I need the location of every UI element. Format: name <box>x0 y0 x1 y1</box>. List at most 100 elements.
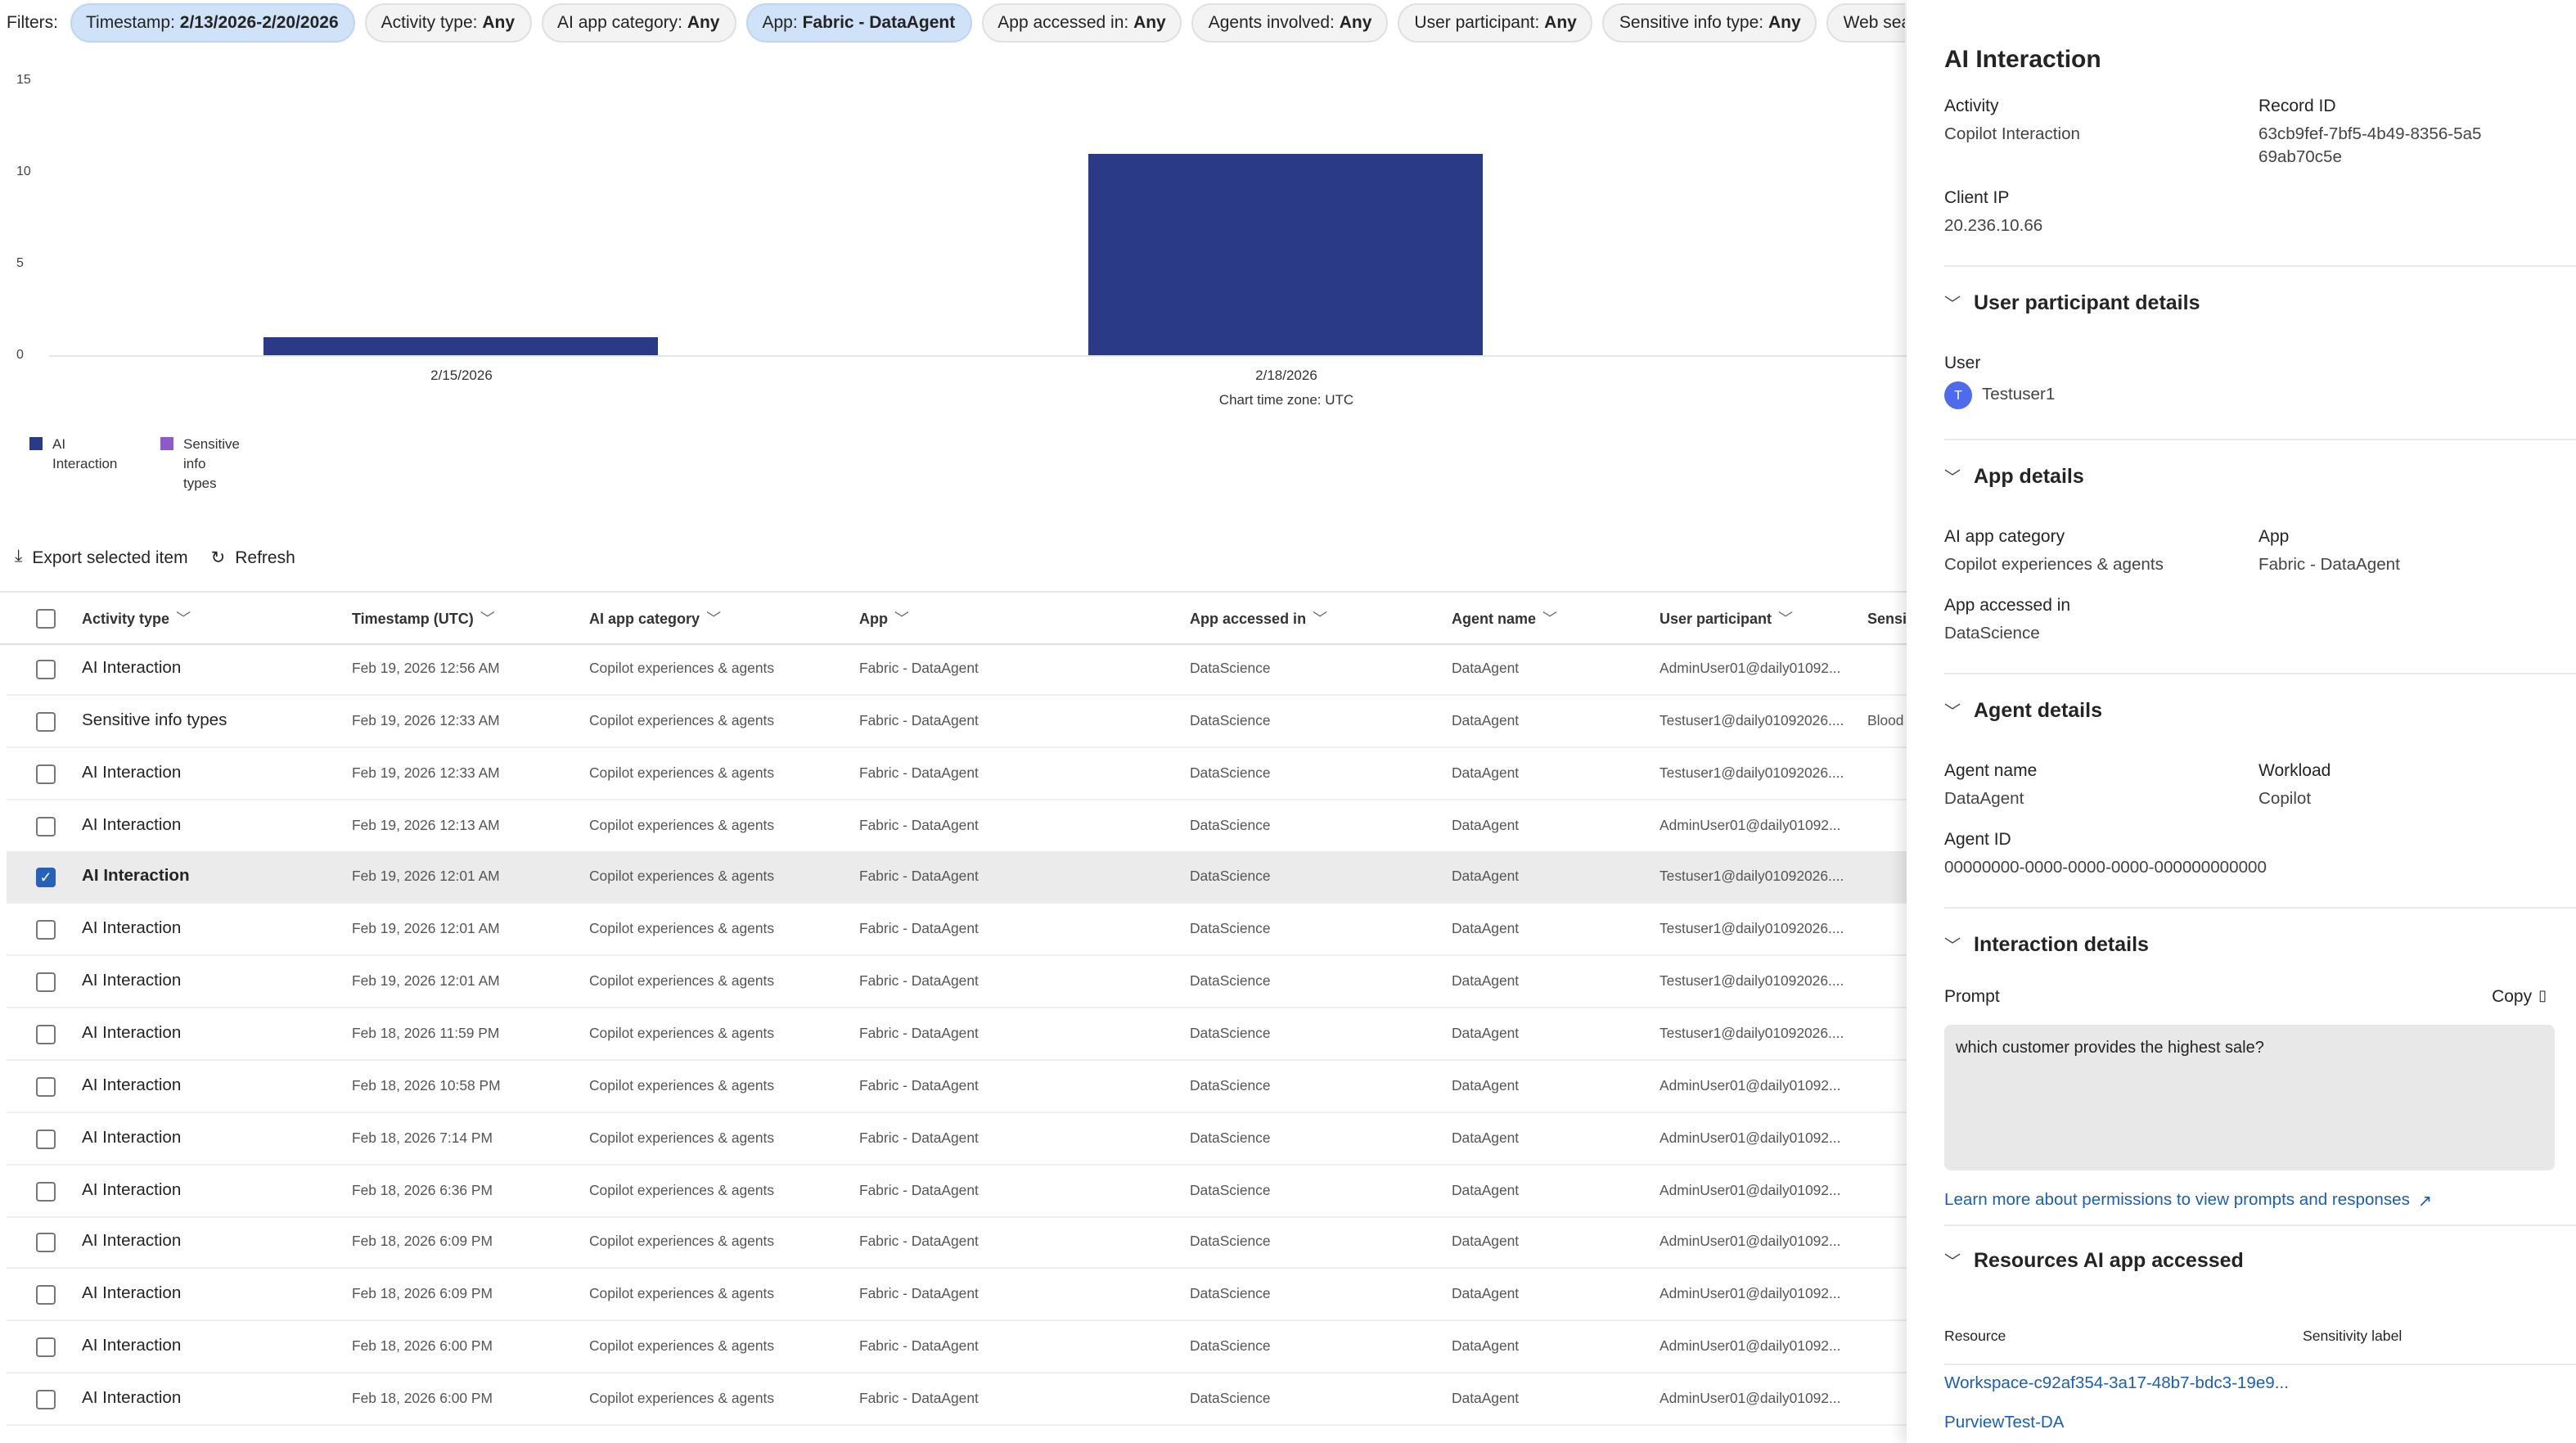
table-cell: DataScience <box>1190 956 1271 1007</box>
filter-pill[interactable]: App: Fabric - DataAgent <box>746 3 972 43</box>
table-row[interactable]: AI InteractionFeb 18, 2026 6:00 PMCopilo… <box>7 1321 1907 1373</box>
row-checkbox[interactable] <box>36 764 56 783</box>
refresh-button[interactable]: ↻Refresh <box>211 548 295 567</box>
row-checkbox[interactable] <box>36 1233 56 1253</box>
table-row[interactable]: AI InteractionFeb 18, 2026 10:58 PMCopil… <box>7 1061 1907 1113</box>
table-cell: Fabric - DataAgent <box>859 852 979 903</box>
agent-name-label: Agent name <box>1944 761 2037 781</box>
table-cell: Fabric - DataAgent <box>859 1165 979 1215</box>
table-row[interactable]: ✓AI InteractionFeb 19, 2026 12:01 AMCopi… <box>7 852 1907 904</box>
resource-link[interactable]: PurviewTest-DA <box>1944 1414 2065 1432</box>
table-cell: DataScience <box>1190 696 1271 746</box>
record-id-label: Record ID <box>2259 97 2336 116</box>
bar-ai-interaction[interactable] <box>263 337 658 355</box>
row-checkbox[interactable] <box>36 1129 56 1148</box>
row-checkbox[interactable] <box>36 972 56 992</box>
table-row[interactable]: Sensitive info typesFeb 19, 2026 12:33 A… <box>7 696 1907 748</box>
filter-pill[interactable]: Agents involved: Any <box>1192 3 1389 43</box>
table-row[interactable]: AI InteractionFeb 18, 2026 6:36 PMCopilo… <box>7 1165 1907 1217</box>
table-cell: AI Interaction <box>82 1373 181 1424</box>
interaction-section-toggle[interactable]: ﹀Interaction details <box>1944 931 2149 956</box>
chevron-down-icon: ﹀ <box>1944 463 1961 488</box>
row-checkbox[interactable] <box>36 1390 56 1409</box>
row-checkbox[interactable] <box>36 1025 56 1044</box>
row-checkbox[interactable] <box>36 921 56 940</box>
row-checkbox[interactable] <box>36 1285 56 1305</box>
learn-more-link[interactable]: Learn more about permissions to view pro… <box>1944 1192 2432 1211</box>
select-all-checkbox[interactable] <box>36 609 56 629</box>
table-cell: AdminUser01@daily01092... <box>1660 1112 1840 1163</box>
table-row[interactable]: AI InteractionFeb 18, 2026 6:09 PMCopilo… <box>7 1269 1907 1321</box>
table-cell: AI Interaction <box>82 852 190 903</box>
column-header[interactable]: App﹀ <box>859 593 909 645</box>
table-row[interactable]: AI InteractionFeb 19, 2026 12:01 AMCopil… <box>7 956 1907 1008</box>
legend-item[interactable]: AI Interaction <box>29 434 117 473</box>
column-header[interactable]: AI app category﹀ <box>589 593 721 645</box>
table-row[interactable]: AI InteractionFeb 18, 2026 11:59 PMCopil… <box>7 1008 1907 1061</box>
column-header[interactable]: User participant﹀ <box>1660 593 1793 645</box>
table-cell: Fabric - DataAgent <box>859 1269 979 1319</box>
sensitivity-column-header: Sensitivity label <box>2303 1328 2402 1344</box>
filter-pill[interactable]: Web searched: <box>1827 3 1905 43</box>
resources-section-toggle[interactable]: ﹀Resources AI app accessed <box>1944 1247 2244 1272</box>
table-row[interactable]: AI InteractionFeb 19, 2026 12:33 AMCopil… <box>7 747 1907 800</box>
row-checkbox[interactable]: ✓ <box>36 868 56 888</box>
accessed-value: DataScience <box>1944 624 2040 647</box>
table-cell: DataScience <box>1190 800 1271 850</box>
column-header[interactable]: App accessed in﹀ <box>1190 593 1327 645</box>
row-checkbox[interactable] <box>36 1077 56 1097</box>
filter-pill[interactable]: Timestamp: 2/13/2026-2/20/2026 <box>70 3 355 43</box>
table-cell: Testuser1@daily01092026.... <box>1660 696 1844 746</box>
filter-pill[interactable]: Sensitive info type: Any <box>1603 3 1817 43</box>
table-cell: Feb 19, 2026 12:13 AM <box>352 800 500 850</box>
filter-pill[interactable]: AI app category: Any <box>541 3 736 43</box>
row-checkbox[interactable] <box>36 816 56 836</box>
row-checkbox[interactable] <box>36 712 56 732</box>
table-cell: AI Interaction <box>82 956 181 1007</box>
row-checkbox[interactable] <box>36 660 56 679</box>
agent-section-toggle[interactable]: ﹀Agent details <box>1944 697 2102 722</box>
legend-item[interactable]: Sensitive info types <box>160 434 240 493</box>
x-axis-label: Chart time zone: UTC <box>1219 391 1353 408</box>
table-cell: DataScience <box>1190 1008 1271 1059</box>
filter-pill[interactable]: User participant: Any <box>1398 3 1592 43</box>
copy-button[interactable]: Copy▯ <box>2492 987 2547 1007</box>
table-cell: DataAgent <box>1452 1373 1519 1424</box>
table-cell: AI Interaction <box>82 800 181 850</box>
table-row[interactable]: AI InteractionFeb 19, 2026 12:01 AMCopil… <box>7 904 1907 957</box>
row-checkbox[interactable] <box>36 1337 56 1357</box>
column-header[interactable]: Activity type﹀ <box>82 593 191 645</box>
table-cell: AdminUser01@daily01092... <box>1660 1321 1840 1372</box>
table-row[interactable]: AI InteractionFeb 19, 2026 12:56 AMCopil… <box>7 643 1907 696</box>
table-row[interactable]: AI Interaction Feb 19, 2026 12:13 AM Copil… <box>7 800 1907 852</box>
table-cell: Testuser1@daily01092026.... <box>1660 956 1844 1007</box>
table-cell: Copilot experiences & agents <box>589 800 774 850</box>
table-cell: DataAgent <box>1452 643 1519 694</box>
activity-label: Activity <box>1944 97 1999 116</box>
export-button[interactable]: ⤓Export selected item <box>15 547 188 568</box>
gridline <box>49 264 1907 265</box>
column-header[interactable]: Sensit <box>1867 593 1912 645</box>
table-row[interactable]: AI InteractionFeb 18, 2026 7:14 PMCopilo… <box>7 1112 1907 1165</box>
filter-pill[interactable]: Activity type: Any <box>365 3 531 43</box>
column-header[interactable]: Timestamp (UTC)﹀ <box>352 593 495 645</box>
table-row[interactable]: AI InteractionFeb 18, 2026 6:09 PMCopilo… <box>7 1217 1907 1269</box>
app-section-toggle[interactable]: ﹀App details <box>1944 463 2084 488</box>
table-cell: AdminUser01@daily01092... <box>1660 800 1840 850</box>
table-cell: DataAgent <box>1452 852 1519 903</box>
table-cell: DataScience <box>1190 1269 1271 1319</box>
filter-pill[interactable]: App accessed in: Any <box>981 3 1182 43</box>
table-cell: AI Interaction <box>82 1165 181 1215</box>
resource-link[interactable]: Workspace-c92af354-3a17-48b7-bdc3-19e9..… <box>1944 1375 2289 1393</box>
chevron-down-icon: ﹀ <box>480 611 495 627</box>
table-cell: DataAgent <box>1452 956 1519 1007</box>
table-cell: AI Interaction <box>82 1269 181 1319</box>
table-cell: DataScience <box>1190 1061 1271 1112</box>
bar-ai-interaction[interactable] <box>1088 154 1483 355</box>
row-checkbox[interactable] <box>36 1181 56 1201</box>
table-cell: Fabric - DataAgent <box>859 1321 979 1372</box>
user-section-toggle[interactable]: ﹀User participant details <box>1944 290 2200 314</box>
category-label: AI app category <box>1944 527 2065 547</box>
table-row[interactable]: AI InteractionFeb 18, 2026 6:00 PMCopilo… <box>7 1373 1907 1426</box>
column-header[interactable]: Agent name﹀ <box>1452 593 1557 645</box>
